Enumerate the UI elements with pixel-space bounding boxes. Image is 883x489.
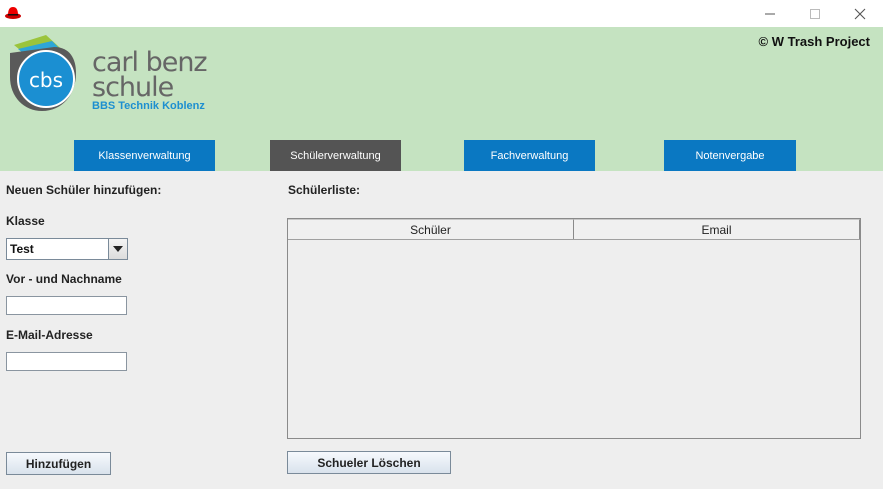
close-button[interactable] (837, 0, 883, 27)
delete-student-button[interactable]: Schueler Löschen (287, 451, 451, 474)
klasse-selected-value: Test (10, 242, 34, 256)
klasse-label: Klasse (6, 214, 45, 228)
email-label: E-Mail-Adresse (6, 328, 93, 342)
student-table[interactable]: Schüler Email (287, 218, 861, 439)
klasse-dropdown[interactable]: Test (6, 238, 128, 260)
header-banner: cbs carl benz schule BBS Technik Koblenz… (0, 27, 883, 171)
tab-notenvergabe[interactable]: Notenvergabe (664, 140, 796, 171)
minimize-button[interactable] (747, 0, 793, 27)
column-header-email[interactable]: Email (574, 219, 860, 239)
logo-badge-text: cbs (29, 68, 63, 92)
title-bar (0, 0, 883, 27)
name-field[interactable] (6, 296, 127, 315)
tab-klassenverwaltung[interactable]: Klassenverwaltung (74, 140, 215, 171)
add-student-button[interactable]: Hinzufügen (6, 452, 111, 475)
logo-text-line2: schule (92, 72, 174, 103)
name-label: Vor - und Nachname (6, 272, 122, 286)
app-icon (5, 7, 21, 19)
school-logo: cbs (10, 35, 76, 111)
copyright-label: © W Trash Project (758, 34, 870, 49)
form-title: Neuen Schüler hinzufügen: (6, 183, 162, 197)
student-list-title: Schülerliste: (288, 183, 361, 197)
tab-fachverwaltung[interactable]: Fachverwaltung (464, 140, 595, 171)
column-header-schueler[interactable]: Schüler (288, 219, 574, 239)
chevron-down-icon[interactable] (108, 239, 127, 259)
tab-schuelerverwaltung[interactable]: Schülerverwaltung (270, 140, 401, 171)
table-header: Schüler Email (288, 219, 860, 240)
email-field[interactable] (6, 352, 127, 371)
maximize-button[interactable] (792, 0, 838, 27)
logo-subtitle: BBS Technik Koblenz (92, 100, 205, 112)
